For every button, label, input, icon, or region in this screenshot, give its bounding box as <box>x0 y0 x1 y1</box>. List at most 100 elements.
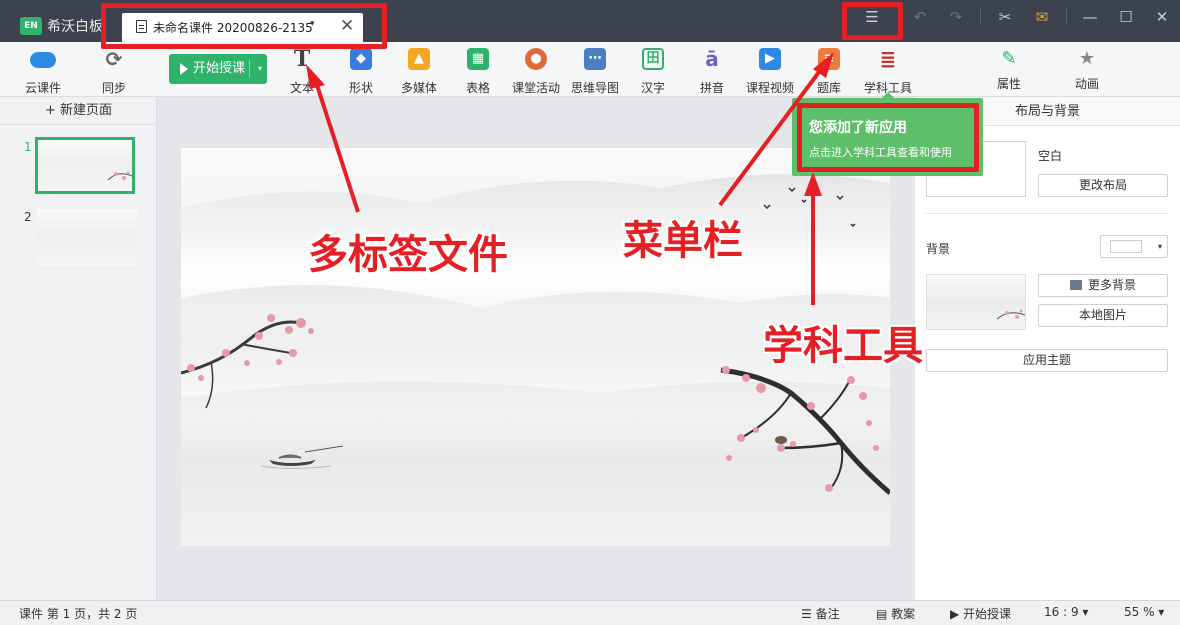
page-thumbnail[interactable] <box>35 137 135 194</box>
highlight-box-tabs <box>101 3 387 49</box>
tool-label: 表格 <box>465 81 490 95</box>
redo-icon[interactable]: ↷ <box>944 6 968 28</box>
chevron-down-icon: ▾ <box>1157 242 1162 251</box>
tab-animation[interactable]: ★ 动画 <box>1055 48 1119 92</box>
layout-name: 空白 <box>1038 149 1063 163</box>
undo-icon[interactable]: ↶ <box>908 6 932 28</box>
tool-course-video[interactable]: ▶ 课程视频 <box>738 48 802 96</box>
lesson-plan-icon: ▤ <box>876 607 892 621</box>
sync-icon: ⟳ <box>105 47 123 71</box>
tool-label: 同步 <box>101 81 126 95</box>
notes-button[interactable]: ☰ 备注 <box>801 605 840 622</box>
background-color-picker[interactable]: ▾ <box>1100 235 1168 258</box>
start-teaching-status-button[interactable]: ▶ 开始授课 <box>950 605 1011 622</box>
subject-tools-icon: ≣ <box>879 47 897 71</box>
apply-theme-button[interactable]: 应用主题 <box>926 349 1168 372</box>
more-backgrounds-label: 更多背景 <box>1087 278 1136 292</box>
divider <box>926 213 1168 214</box>
tool-pinyin[interactable]: ā 拼音 <box>680 48 744 96</box>
change-layout-button[interactable]: 更改布局 <box>1038 174 1168 197</box>
tool-label: 形状 <box>348 81 373 95</box>
annotation-menu-bar: 菜单栏 <box>623 218 743 264</box>
color-swatch <box>1110 240 1142 253</box>
local-image-button[interactable]: 本地图片 <box>1038 304 1168 327</box>
tool-label: 多媒体 <box>400 81 437 95</box>
close-window-icon[interactable]: ✕ <box>1150 6 1174 28</box>
image-icon: ▲ <box>408 48 430 70</box>
zoom-select[interactable]: 55 % ▾ <box>1124 605 1164 619</box>
tool-table[interactable]: ▦ 表格 <box>446 48 510 96</box>
status-bar: 课件 第 1 页，共 2 页 ☰ 备注 ▤ 教案 ▶ 开始授课 16 : 9 ▾… <box>0 600 1180 625</box>
highlight-box-popup <box>797 103 979 172</box>
annotation-multi-tab: 多标签文件 <box>308 232 508 278</box>
tool-hanzi[interactable]: 田 汉字 <box>621 48 685 96</box>
tool-subject-tools[interactable]: ≣ 学科工具 <box>856 48 920 96</box>
lesson-plan-label: 教案 <box>891 607 916 621</box>
tool-label: 课堂活动 <box>511 81 560 95</box>
tool-label: 汉字 <box>640 81 665 95</box>
background-label: 背景 <box>926 242 951 256</box>
mindmap-icon: ⋯ <box>584 48 606 70</box>
tool-mindmap[interactable]: ⋯ 思维导图 <box>563 48 627 96</box>
tool-label: 文本 <box>289 81 314 95</box>
text-icon: T <box>293 46 311 72</box>
divider <box>980 8 981 24</box>
start-teaching-label: 开始授课 <box>193 61 246 76</box>
minimize-icon[interactable]: — <box>1078 6 1102 28</box>
annotation-subject-tools: 学科工具 <box>763 323 923 369</box>
page-thumbnail-panel: + 新建页面 1 2 <box>0 97 157 600</box>
tool-label: 思维导图 <box>570 81 619 95</box>
tool-label: 云课件 <box>24 81 61 95</box>
play-icon: ▶ <box>950 607 964 621</box>
new-page-button[interactable]: + 新建页面 <box>0 97 157 125</box>
scissors-icon[interactable]: ✂ <box>993 6 1017 28</box>
main-toolbar: 云课件 ⟳ 同步 开始授课 ▾ T 文本 ◆ 形状 ▲ 多媒体 ▦ 表格 ● 课… <box>0 42 1180 97</box>
activity-icon: ● <box>525 48 547 70</box>
background-preview[interactable] <box>926 274 1026 330</box>
chevron-down-icon[interactable]: ▾ <box>258 54 262 84</box>
more-backgrounds-button[interactable]: 更多背景 <box>1038 274 1168 297</box>
tool-label: 动画 <box>1074 77 1099 91</box>
start-teaching-status-label: 开始授课 <box>963 607 1012 621</box>
app-logo: EN <box>20 17 42 35</box>
page-number: 2 <box>24 210 32 224</box>
background-art <box>996 309 1026 320</box>
popup-pointer <box>882 92 894 98</box>
video-icon: ▶ <box>759 48 781 70</box>
thumbnail-art <box>107 171 133 181</box>
tool-label: 题库 <box>816 81 841 95</box>
page-thumbnail[interactable] <box>37 209 137 266</box>
tool-question-bank[interactable]: ≡ 题库 <box>797 48 861 96</box>
tool-label: 属性 <box>996 77 1021 91</box>
pinyin-icon: ā <box>705 47 719 71</box>
lesson-plan-button[interactable]: ▤ 教案 <box>876 605 915 622</box>
brush-icon: ✎ <box>1001 48 1017 69</box>
tool-class-activity[interactable]: ● 课堂活动 <box>504 48 568 96</box>
notes-icon: ☰ <box>801 607 816 621</box>
tab-properties[interactable]: ✎ 属性 <box>977 48 1041 92</box>
sync-button[interactable]: ⟳ 同步 <box>82 48 146 96</box>
highlight-box-menu <box>842 2 903 40</box>
page-info: 课件 第 1 页，共 2 页 <box>19 607 138 621</box>
cloud-courseware-button[interactable]: 云课件 <box>11 48 75 96</box>
tool-label: 课程视频 <box>745 81 794 95</box>
mail-icon[interactable]: ✉ <box>1030 6 1054 28</box>
star-icon: ★ <box>1078 48 1096 69</box>
hanzi-icon: 田 <box>642 48 664 70</box>
tool-label: 拼音 <box>699 81 724 95</box>
table-icon: ▦ <box>467 48 489 70</box>
app-name: 希沃白板 <box>47 19 103 35</box>
tool-multimedia[interactable]: ▲ 多媒体 <box>387 48 451 96</box>
aspect-ratio-select[interactable]: 16 : 9 ▾ <box>1044 605 1088 619</box>
start-teaching-button[interactable]: 开始授课 ▾ <box>169 54 267 84</box>
maximize-icon[interactable]: ☐ <box>1114 6 1138 28</box>
page-number: 1 <box>24 140 32 154</box>
cloud-icon <box>30 52 56 68</box>
notes-label: 备注 <box>815 607 840 621</box>
tool-text[interactable]: T 文本 <box>270 48 334 96</box>
divider <box>1066 8 1067 24</box>
shape-icon: ◆ <box>350 48 372 70</box>
image-icon <box>1069 280 1082 290</box>
tool-shape[interactable]: ◆ 形状 <box>329 48 393 96</box>
question-bank-icon: ≡ <box>818 48 840 70</box>
